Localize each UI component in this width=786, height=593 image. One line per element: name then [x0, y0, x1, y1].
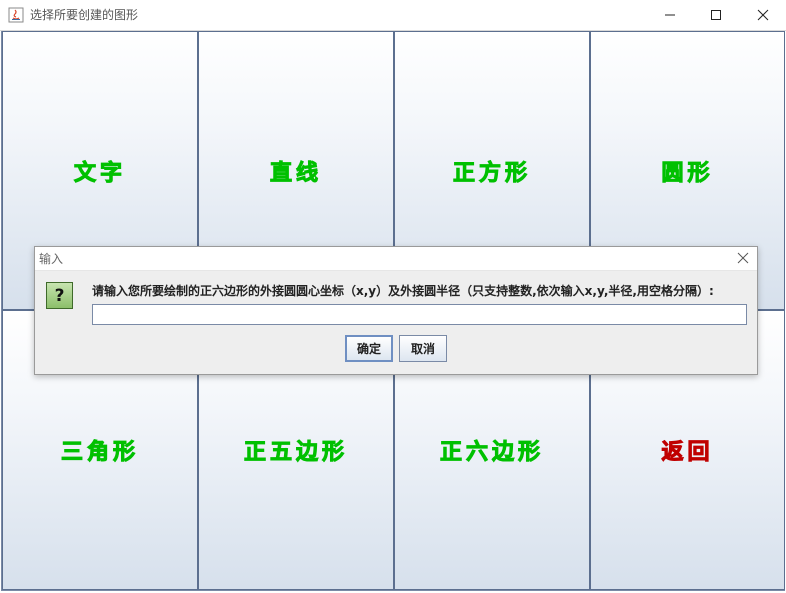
- maximize-icon: [711, 10, 721, 20]
- dialog-close-icon[interactable]: [735, 250, 751, 266]
- minimize-icon: [665, 14, 675, 16]
- pentagon-button-label: 正五边形: [243, 439, 348, 466]
- dialog-title: 输入: [39, 252, 64, 266]
- circle-button-label: 圆形: [661, 159, 714, 186]
- java-app-icon: [8, 7, 24, 23]
- hexagon-button-label: 正六边形: [439, 439, 544, 466]
- maximize-button[interactable]: [693, 0, 739, 30]
- input-dialog: 输入 ? 请输入您所要绘制的正六边形的外接圆圆心坐标（x,y）及外接圆半径（只支…: [34, 246, 758, 375]
- window-titlebar: 选择所要创建的图形: [0, 0, 786, 31]
- triangle-button-label: 三角形: [60, 439, 139, 466]
- dialog-prompt: 请输入您所要绘制的正六边形的外接圆圆心坐标（x,y）及外接圆半径（只支持整数,依…: [92, 284, 714, 298]
- square-button-label: 正方形: [452, 159, 531, 186]
- close-button[interactable]: [740, 0, 786, 30]
- minimize-button[interactable]: [647, 0, 693, 30]
- window-title: 选择所要创建的图形: [30, 8, 139, 22]
- line-button-label: 直线: [269, 159, 322, 186]
- cancel-button[interactable]: 取消: [399, 335, 447, 362]
- text-button-label: 文字: [73, 159, 126, 186]
- coordinates-input[interactable]: [92, 304, 747, 325]
- back-button-label: 返回: [661, 439, 714, 466]
- ok-button[interactable]: 确定: [345, 335, 393, 362]
- question-icon: ?: [46, 282, 73, 309]
- dialog-titlebar: 输入: [35, 247, 757, 271]
- close-icon: [757, 9, 769, 21]
